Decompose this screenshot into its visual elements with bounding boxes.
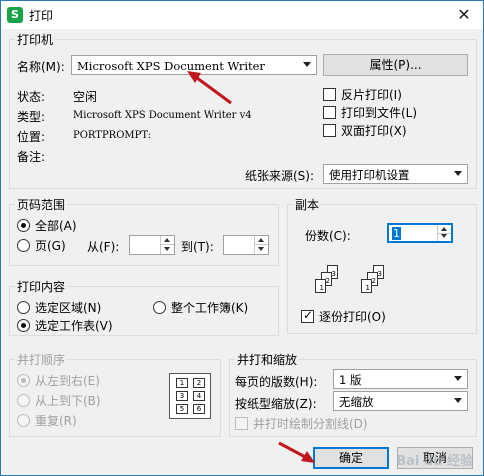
window-title: 打印: [29, 9, 54, 23]
type-label: 类型:: [17, 110, 46, 124]
duplex-checkbox[interactable]: [323, 124, 336, 137]
scale-to-paper-label: 按纸型缩放(Z):: [235, 397, 317, 411]
location-label: 位置:: [17, 130, 46, 144]
printer-name-label: 名称(M):: [17, 60, 65, 74]
comment-label: 备注:: [17, 150, 46, 164]
scale-to-paper-select[interactable]: 无缩放: [333, 391, 468, 411]
print-order-preview: 1 2 3 4 5 6: [169, 373, 211, 419]
from-page-stepper[interactable]: [129, 235, 175, 255]
location-value: PORTPROMPT:: [73, 130, 152, 141]
stepper-up-icon[interactable]: [254, 236, 268, 245]
range-pages-radio[interactable]: [17, 239, 30, 252]
top-to-bottom-label: 从上到下(B): [35, 394, 101, 408]
collate-page-icon: 1: [361, 279, 372, 293]
selected-sheets-radio[interactable]: [17, 319, 30, 332]
collate-label: 逐份打印(O): [319, 310, 386, 324]
collate-page-icon: 1: [315, 279, 326, 293]
selection-label: 选定区域(N): [35, 301, 102, 315]
pages-per-sheet-select[interactable]: 1 版: [333, 369, 468, 389]
repeat-label: 重复(R): [35, 414, 77, 428]
left-to-right-label: 从左到右(E): [35, 374, 100, 388]
title-bar: S 打印 ✕: [1, 1, 483, 29]
draw-borders-label: 并打时绘制分割线(D): [253, 417, 368, 431]
order-cell: 4: [193, 391, 205, 401]
scale-to-paper-value: 无缩放: [339, 395, 374, 409]
range-all-label: 全部(A): [35, 219, 77, 233]
copies-count-label: 份数(C):: [305, 229, 351, 243]
paper-source-value: 使用打印机设置: [329, 168, 410, 182]
type-value: Microsoft XPS Document Writer v4: [73, 110, 252, 121]
reverse-print-label: 反片打印(I): [341, 88, 402, 102]
annotation-arrow-icon: [278, 441, 315, 463]
order-cell: 6: [193, 404, 205, 414]
from-label: 从(F):: [87, 240, 120, 254]
chevron-down-icon: [303, 62, 311, 67]
wps-app-icon: S: [7, 7, 23, 23]
entire-workbook-label: 整个工作簿(K): [171, 301, 249, 315]
stepper-down-icon[interactable]: [160, 245, 174, 254]
copies-count-value: 1: [392, 227, 401, 240]
range-all-radio[interactable]: [17, 219, 30, 232]
duplex-label: 双面打印(X): [341, 124, 407, 138]
properties-button[interactable]: 属性(P)...: [323, 54, 468, 76]
order-cell: 1: [176, 378, 188, 388]
annotation-arrow-icon: [187, 71, 232, 105]
chevron-down-icon: [454, 171, 462, 176]
order-cell: 2: [193, 378, 205, 388]
scaling-title: 并打和缩放: [235, 351, 300, 368]
printer-group-title: 打印机: [15, 31, 56, 48]
draw-borders-checkbox[interactable]: [235, 417, 248, 430]
printer-name-value: Microsoft XPS Document Writer: [77, 59, 265, 73]
selection-radio[interactable]: [17, 301, 30, 314]
to-label: 到(T):: [181, 240, 214, 254]
reverse-print-checkbox[interactable]: [323, 88, 336, 101]
order-cell: 5: [176, 404, 188, 414]
left-to-right-radio[interactable]: [17, 374, 30, 387]
print-to-file-checkbox[interactable]: [323, 106, 336, 119]
print-dialog: S 打印 ✕ 打印机 名称(M): Microsoft XPS Document…: [0, 0, 484, 476]
paper-source-label: 纸张来源(S):: [245, 169, 315, 183]
repeat-radio[interactable]: [17, 414, 30, 427]
chevron-down-icon: [454, 398, 462, 403]
selected-sheets-label: 选定工作表(V): [35, 319, 113, 333]
order-cell: 3: [176, 391, 188, 401]
top-to-bottom-radio[interactable]: [17, 394, 30, 407]
stepper-down-icon[interactable]: [254, 245, 268, 254]
print-to-file-label: 打印到文件(L): [341, 106, 418, 120]
status-value: 空闲: [73, 90, 98, 104]
pages-per-sheet-label: 每页的版数(H):: [235, 375, 318, 389]
stepper-up-icon[interactable]: [160, 236, 174, 245]
page-range-title: 页码范围: [15, 196, 68, 213]
pages-per-sheet-value: 1 版: [339, 373, 362, 387]
entire-workbook-radio[interactable]: [153, 301, 166, 314]
stepper-down-icon[interactable]: [437, 232, 451, 241]
ok-button[interactable]: 确定: [313, 447, 389, 469]
watermark: Bai du 经验: [396, 454, 473, 469]
status-label: 状态:: [17, 90, 46, 104]
close-icon[interactable]: ✕: [451, 3, 477, 27]
paper-source-select[interactable]: 使用打印机设置: [323, 164, 468, 184]
collate-checkbox[interactable]: [301, 308, 314, 323]
to-page-stepper[interactable]: [223, 235, 269, 255]
print-order-title: 并打顺序: [15, 351, 68, 368]
print-content-title: 打印内容: [15, 278, 68, 295]
chevron-down-icon: [454, 376, 462, 381]
copies-title: 副本: [293, 196, 322, 213]
range-pages-label: 页(G): [35, 239, 66, 253]
copies-count-stepper[interactable]: 1: [387, 223, 453, 243]
